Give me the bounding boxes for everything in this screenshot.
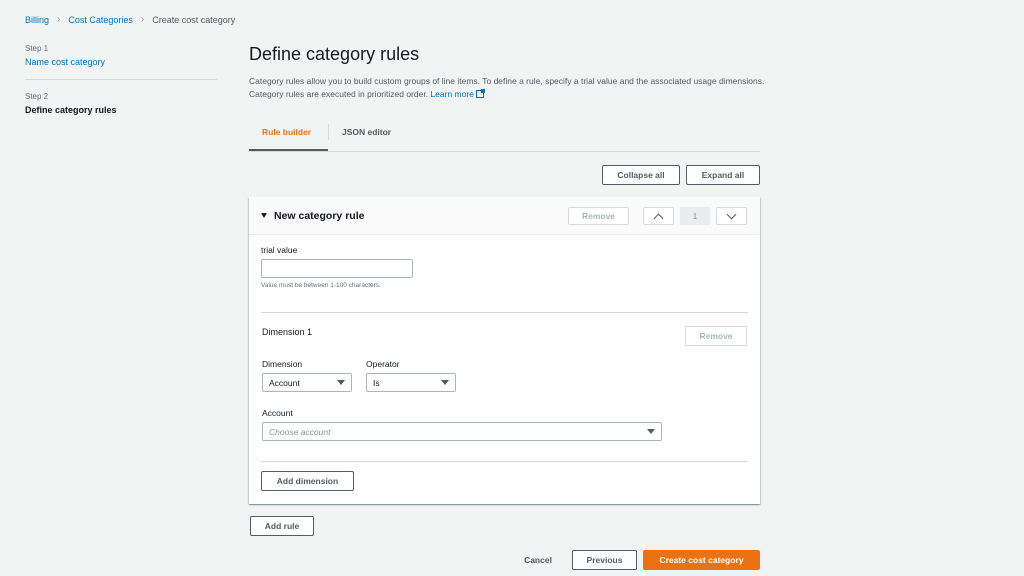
breadcrumb-separator-icon: ›	[57, 14, 61, 25]
step-divider	[25, 79, 217, 80]
trial-value-label: trial value	[261, 245, 298, 255]
external-link-icon	[475, 89, 485, 98]
rule-order-number: 1	[680, 207, 710, 225]
rule-order-controls: Remove 1	[568, 207, 747, 225]
move-up-button[interactable]	[643, 207, 674, 225]
previous-button[interactable]: Previous	[572, 550, 637, 570]
step-2-current: Define category rules	[25, 105, 117, 115]
dropdown-arrow-icon	[337, 380, 345, 385]
account-label: Account	[262, 408, 293, 418]
footer-actions: Cancel Previous Create cost category	[510, 550, 760, 570]
dimension-field: Dimension Account	[262, 359, 352, 392]
tab-rule-builder[interactable]: Rule builder	[249, 120, 328, 151]
description-text: Category rules allow you to build custom…	[249, 76, 765, 99]
dimension-section: Dimension 1 Remove Dimension Account Ope…	[249, 313, 760, 461]
expand-collapse-actions: Collapse all Expand all	[602, 165, 760, 185]
breadcrumb-separator-icon: ›	[140, 14, 145, 25]
account-placeholder: Choose account	[269, 426, 331, 437]
expand-all-button[interactable]: Expand all	[686, 165, 760, 185]
rule-panel-header: New category rule Remove 1	[249, 197, 760, 235]
dimension-select[interactable]: Account	[262, 373, 352, 392]
collapse-all-button[interactable]: Collapse all	[602, 165, 680, 185]
remove-dimension-button[interactable]: Remove	[685, 326, 747, 346]
learn-more-label: Learn more	[430, 89, 474, 99]
wizard-steps: Step 1 Name cost category Step 2 Define …	[25, 44, 217, 115]
operator-field: Operator Is	[366, 359, 456, 392]
move-down-button[interactable]	[716, 207, 747, 225]
dimension-title: Dimension 1	[262, 327, 313, 337]
breadcrumb-cost-categories[interactable]: Cost Categories	[68, 15, 133, 25]
category-rule-panel: New category rule Remove 1 trial value V…	[249, 197, 760, 504]
dimension-label: Dimension	[262, 359, 303, 369]
wizard-step-1: Step 1 Name cost category	[25, 44, 217, 67]
chevron-up-icon	[653, 213, 664, 223]
trial-value-hint: Value must be between 1-100 characters.	[261, 282, 381, 289]
account-select[interactable]: Choose account	[262, 422, 662, 441]
operator-select[interactable]: Is	[366, 373, 456, 392]
wizard-step-2: Step 2 Define category rules	[25, 92, 217, 115]
step-number: Step 1	[25, 44, 49, 53]
dropdown-arrow-icon	[441, 380, 449, 385]
account-field: Account Choose account	[262, 408, 662, 441]
step-number: Step 2	[25, 92, 49, 101]
learn-more-link[interactable]: Learn more	[430, 89, 485, 99]
cancel-button[interactable]: Cancel	[510, 550, 566, 570]
operator-label: Operator	[366, 359, 400, 369]
breadcrumb-current: Create cost category	[152, 14, 236, 25]
rule-title[interactable]: New category rule	[274, 210, 364, 222]
step-1-link[interactable]: Name cost category	[25, 57, 217, 67]
tab-json-editor[interactable]: JSON editor	[329, 120, 404, 151]
remove-rule-button[interactable]: Remove	[568, 207, 629, 225]
page-title: Define category rules	[249, 44, 420, 64]
trial-value-section: trial value Value must be between 1-100 …	[249, 235, 760, 312]
add-dimension-section: Add dimension	[249, 462, 760, 491]
breadcrumb-billing[interactable]: Billing	[25, 15, 49, 25]
page-description: Category rules allow you to build custom…	[249, 75, 769, 101]
dimension-value: Account	[269, 377, 300, 388]
chevron-down-icon	[726, 209, 737, 219]
main-content: Define category rules Category rules all…	[249, 44, 764, 570]
caret-down-icon[interactable]	[261, 213, 267, 218]
add-rule-button[interactable]: Add rule	[250, 516, 314, 536]
create-cost-category-button[interactable]: Create cost category	[643, 550, 760, 570]
trial-value-input[interactable]	[261, 259, 413, 278]
dropdown-arrow-icon	[647, 429, 655, 434]
tab-list: Rule builder JSON editor	[249, 120, 760, 152]
add-dimension-button[interactable]: Add dimension	[261, 471, 354, 491]
breadcrumb: Billing › Cost Categories › Create cost …	[25, 14, 235, 25]
operator-value: Is	[373, 377, 380, 388]
